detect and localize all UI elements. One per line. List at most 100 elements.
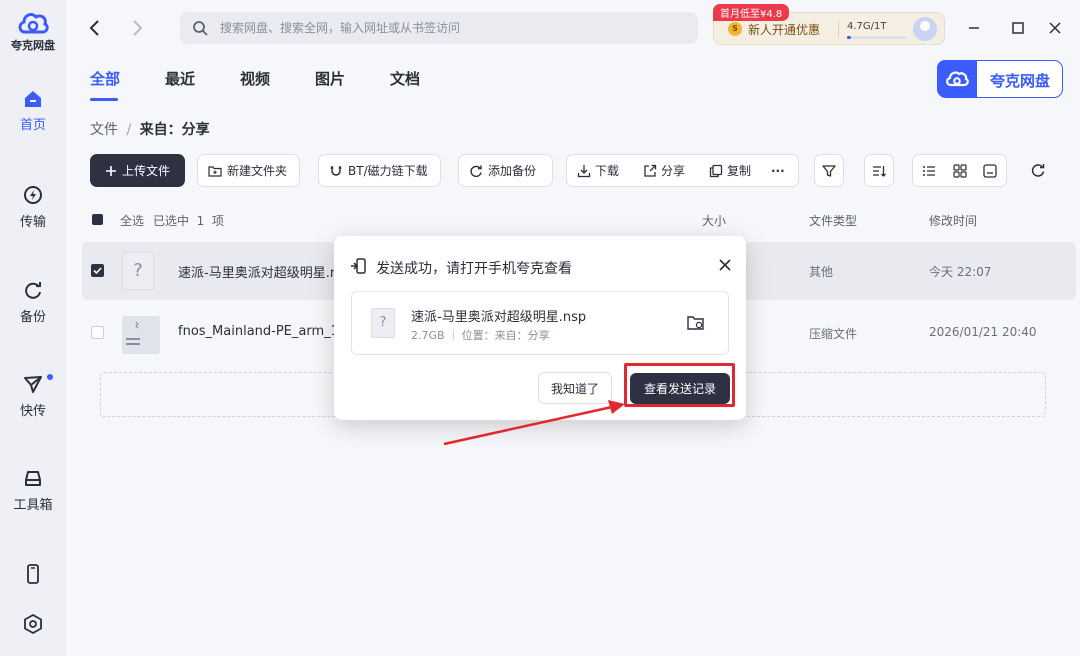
file-modified: 2026/01/21 20:40 [929,325,1037,339]
column-type[interactable]: 文件类型 [809,212,857,229]
tab-video[interactable]: 视频 [240,68,270,89]
new-folder-button[interactable]: 新建文件夹 [197,154,300,187]
nav-item-backup[interactable]: 备份 [0,280,66,325]
column-modified[interactable]: 修改时间 [929,212,977,229]
tab-label: 视频 [240,70,271,88]
new-folder-icon [208,165,222,177]
phone-button[interactable] [22,563,44,589]
sent-file-size: 2.7GB [411,329,445,342]
share-button[interactable]: 分享 [643,155,685,186]
open-folder-button[interactable] [686,314,706,336]
table-header: 全选 已选中 1 项 大小 文件类型 修改时间 [90,212,1060,230]
file-type: 其他 [809,265,834,279]
grid-view-button[interactable] [952,155,968,186]
copy-label: 复制 [727,164,752,178]
minimize-icon [969,27,979,29]
upload-button[interactable]: 上传文件 [90,154,185,187]
promo-banner[interactable]: 首月低至¥4.8 S 新人开通优惠 4.7G/1T [713,4,945,45]
nav-item-transfer[interactable]: 传输 [0,185,66,230]
sort-button[interactable] [864,154,894,187]
file-name[interactable]: 速派-马里奥派对超级明星.nsp [178,262,353,281]
dialog-close-button[interactable] [718,258,732,276]
list-view-button[interactable] [921,155,937,186]
sent-file-location: 位置：来自：分享 [461,329,550,342]
refresh-icon [1031,164,1045,177]
search-bar[interactable] [180,12,698,44]
tab-recent[interactable]: 最近 [165,68,195,89]
back-button[interactable] [88,18,102,42]
file-name[interactable]: fnos_Mainland-PE_arm_1.0 [178,324,351,339]
select-all-label[interactable]: 全选 [120,212,144,229]
minimize-button[interactable] [966,20,982,36]
avatar[interactable] [913,17,937,41]
nav-label-toolbox: 工具箱 [13,498,53,513]
list-view-icon [923,165,935,176]
grid-view-icon [953,163,967,178]
copy-button[interactable]: 复制 [709,155,751,186]
settings-icon [24,613,42,635]
toolbox-icon [25,471,41,486]
more-button[interactable]: ··· [771,155,785,186]
app-logo: 夸克网盘 [0,8,66,53]
folder-location-icon [687,316,704,330]
cloud-logo-icon [946,71,969,87]
divider [838,22,839,38]
tab-document[interactable]: 文档 [390,68,420,89]
download-button[interactable]: 下载 [577,155,619,186]
download-icon [577,164,591,177]
close-window-button[interactable] [1047,20,1063,36]
tab-all[interactable]: 全部 [90,68,120,101]
nav-item-home[interactable]: 首页 [0,90,66,133]
divider [452,330,454,340]
tab-active-underline [90,98,118,101]
send-success-dialog: 发送成功，请打开手机夸克查看 ? 速派-马里奥派对超级明星.nsp 2.7GB 位… [334,236,746,420]
cloud-logo-icon [18,13,49,34]
search-input[interactable] [220,12,680,44]
coin-icon: S [728,22,742,36]
brand-name: 夸克网盘 [990,72,1051,90]
app-name: 夸克网盘 [11,39,55,52]
filter-button[interactable] [814,154,844,187]
preview-view-button[interactable] [982,155,998,186]
select-all-checkbox[interactable] [92,214,103,225]
chevron-left-icon [89,20,99,36]
promo-tag: 首月低至¥4.8 [713,4,790,21]
unknown-file-icon: ? [122,252,154,290]
magnet-icon [330,165,342,176]
dismiss-button[interactable]: 我知道了 [538,372,612,404]
nav-item-quicksend[interactable]: 快传 [0,374,66,419]
preview-view-icon [983,163,997,178]
unknown-file-icon: ? [371,308,395,338]
nav-item-toolbox[interactable]: 工具箱 [0,468,66,513]
forward-button[interactable] [130,18,144,42]
share-label: 分享 [661,164,686,178]
left-nav: 夸克网盘 首页 传输 备份 快传 工具箱 [0,0,66,656]
maximize-icon [1012,22,1024,34]
send-icon [24,376,42,393]
row-checkbox[interactable] [91,264,104,277]
breadcrumb-separator: / [126,122,132,138]
add-backup-button[interactable]: 添加备份 [458,154,553,187]
bt-download-label: BT/磁力链下载 [348,164,428,178]
breadcrumb-root[interactable]: 文件 [90,122,118,138]
brand-badge[interactable]: 夸克网盘 [937,60,1063,98]
maximize-button[interactable] [1010,20,1026,36]
promo-text: 新人开通优惠 [748,23,821,37]
phone-send-icon [351,258,366,274]
storage-bar-fill [847,36,851,39]
tab-image[interactable]: 图片 [315,68,345,89]
top-bar: 首月低至¥4.8 S 新人开通优惠 4.7G/1T [66,0,1080,56]
phone-icon [27,564,39,584]
column-size[interactable]: 大小 [702,212,726,229]
add-backup-label: 添加备份 [488,164,537,178]
more-icon: ··· [771,163,785,178]
sent-file-name: 速派-马里奥派对超级明星.nsp [411,310,587,325]
nav-label-backup: 备份 [19,310,46,325]
settings-button[interactable] [22,613,44,639]
bt-download-button[interactable]: BT/磁力链下载 [318,154,441,187]
sent-file-card: ? 速派-马里奥派对超级明星.nsp 2.7GB 位置：来自：分享 [351,291,729,355]
row-checkbox[interactable] [91,326,104,339]
backup-icon [25,282,41,299]
refresh-button[interactable] [1030,162,1046,182]
chevron-right-icon [133,20,143,36]
